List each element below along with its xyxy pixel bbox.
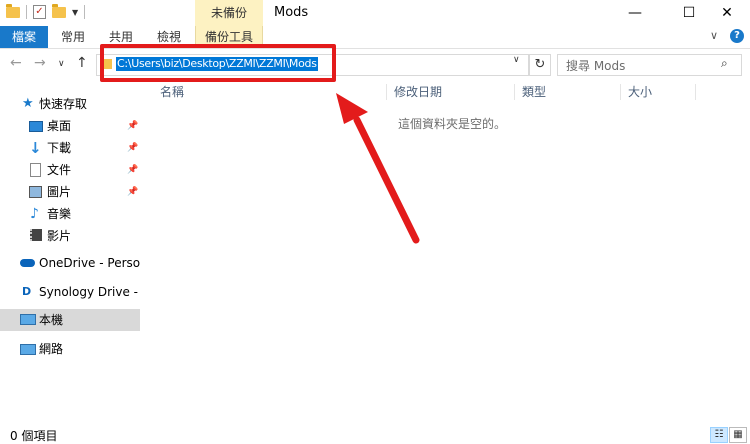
large-icons-view-button[interactable]: ▦ [729,427,747,443]
item-count: 0 個項目 [10,429,58,443]
status-bar: 0 個項目 ☷ ▦ [0,424,750,444]
annotation-arrow [336,93,420,244]
details-view-button[interactable]: ☷ [710,427,728,443]
